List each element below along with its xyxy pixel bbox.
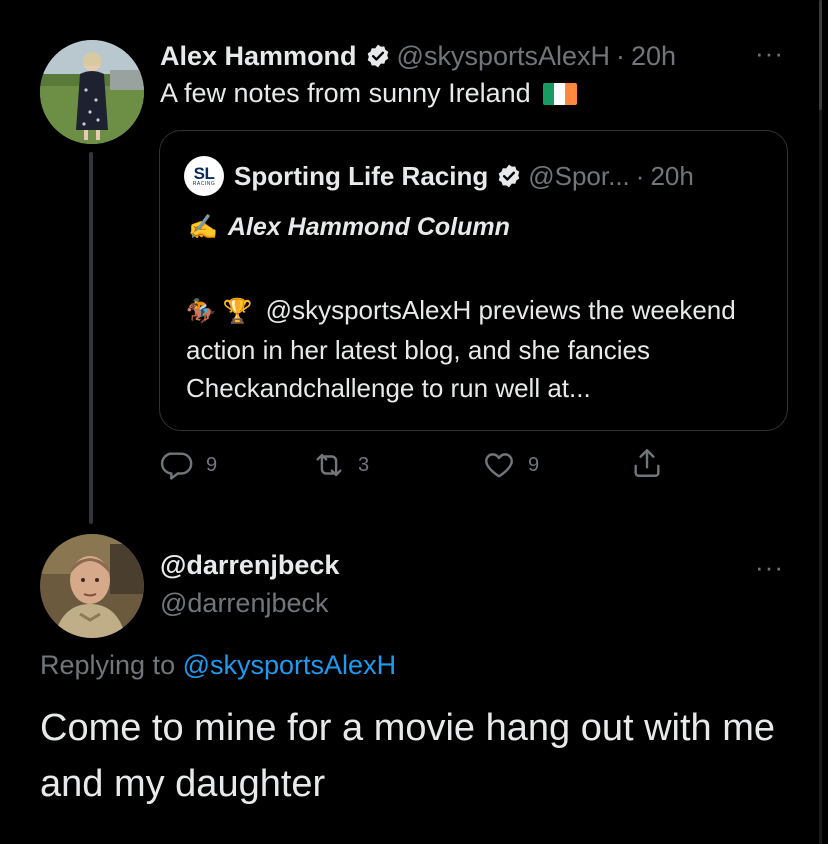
- reply-author-name[interactable]: @darrenjbeck: [160, 550, 339, 581]
- quote-header: SL RACING Sporting Life Racing @Spor... …: [184, 156, 694, 196]
- reply-count: 9: [206, 453, 218, 476]
- tweet-time[interactable]: 20h: [631, 41, 676, 72]
- quote-body-text: @skysportsAlexH previews the weekend act…: [186, 295, 736, 403]
- retweet-count: 3: [358, 453, 370, 476]
- share-icon: [634, 449, 660, 477]
- share-button[interactable]: [630, 446, 676, 480]
- quote-time[interactable]: 20h: [650, 161, 693, 192]
- quote-title-text: Alex Hammond Column: [227, 213, 510, 241]
- reply-author-handle[interactable]: @darrenjbeck: [160, 588, 329, 619]
- dot-separator: ·: [616, 40, 626, 71]
- tweet-text: A few notes from sunny Ireland: [160, 78, 577, 109]
- quote-body: 🏇 🏆 @skysportsAlexH previews the weekend…: [186, 291, 776, 407]
- verified-badge-icon: [365, 43, 391, 69]
- reply-button[interactable]: 9: [160, 448, 217, 482]
- sporting-life-logo-icon[interactable]: SL RACING: [184, 156, 224, 196]
- retweet-icon: [316, 453, 342, 477]
- author-name[interactable]: Alex Hammond: [160, 41, 357, 72]
- like-button[interactable]: 9: [482, 448, 539, 482]
- author-handle[interactable]: @skysportsAlexH: [397, 41, 610, 72]
- quoted-tweet-card[interactable]: SL RACING Sporting Life Racing @Spor... …: [159, 130, 788, 431]
- replying-prefix: Replying to: [40, 650, 176, 680]
- tweet-text-content: A few notes from sunny Ireland: [160, 78, 531, 108]
- heart-icon: [485, 453, 513, 478]
- quote-title: ✍️ Alex Hammond Column: [188, 213, 510, 242]
- ireland-flag-icon: [542, 82, 577, 105]
- avatar-darrenjbeck[interactable]: [40, 534, 144, 638]
- more-options-icon[interactable]: ···: [755, 40, 784, 66]
- tweet-header: Alex Hammond @skysportsAlexH · 20h: [160, 38, 676, 74]
- reply-text: Come to mine for a movie hang out with m…: [40, 707, 776, 805]
- quote-author-name[interactable]: Sporting Life Racing: [234, 161, 488, 192]
- retweet-button[interactable]: 3: [312, 448, 369, 482]
- avatar-alex-hammond[interactable]: [40, 40, 144, 144]
- horse-racing-trophy-icons: 🏇 🏆: [186, 298, 253, 325]
- dot-separator: ·: [635, 160, 645, 191]
- reply-icon: [160, 452, 193, 480]
- writing-hand-icon: ✍️: [188, 214, 218, 241]
- tweet-action-bar: 9 3 9: [160, 446, 680, 486]
- thread-connector-line: [89, 152, 93, 524]
- quote-author-handle[interactable]: @Spor...: [528, 161, 630, 192]
- scrollbar-thumb[interactable]: [819, 0, 822, 110]
- replying-to-link[interactable]: @skysportsAlexH: [183, 650, 396, 680]
- more-options-icon[interactable]: ···: [755, 554, 784, 580]
- verified-badge-icon: [496, 163, 522, 189]
- replying-to-line: Replying to @skysportsAlexH: [40, 650, 396, 681]
- scrollbar-track[interactable]: [819, 0, 822, 844]
- like-count: 9: [528, 453, 540, 476]
